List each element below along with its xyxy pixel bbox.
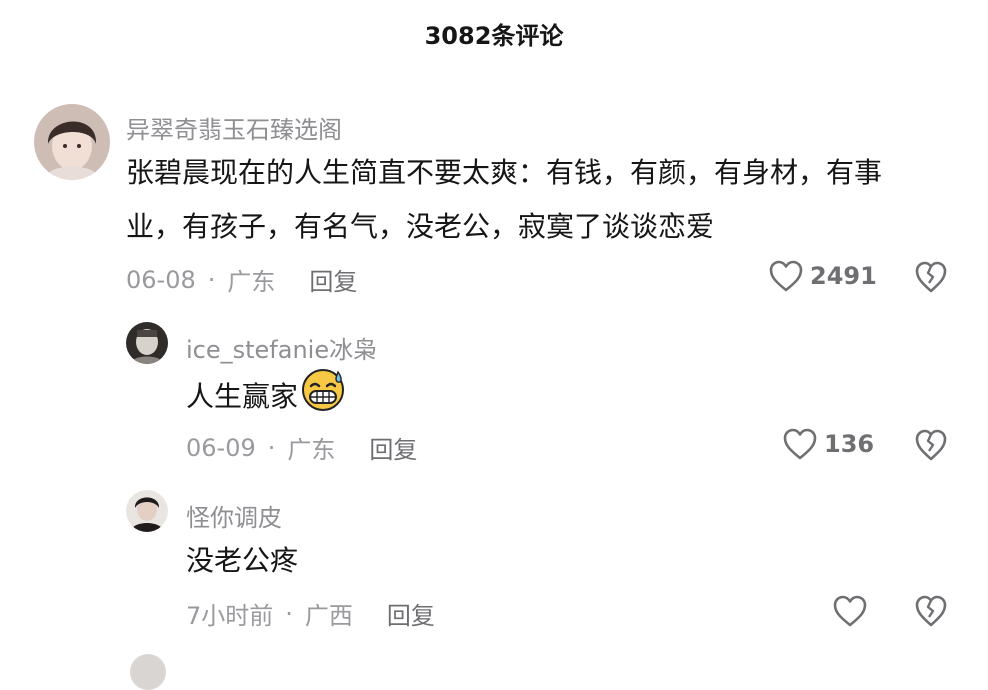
comment-text-line: 业，有孩子，有名气，没老公，寂寞了谈谈恋爱	[126, 210, 715, 243]
comment-meta: 06-09 · 广东 回复	[186, 430, 417, 465]
grinning-sweat-emoji	[300, 366, 346, 430]
comment-meta: 06-08 · 广东 回复	[126, 262, 357, 297]
avatar[interactable]	[126, 490, 168, 532]
like-button[interactable]: 136	[782, 426, 874, 462]
comment-text: 人生赢家	[186, 366, 686, 430]
comment-username[interactable]: 异翠奇翡玉石臻选阁	[126, 110, 342, 145]
comment-location: 广东	[227, 268, 276, 296]
comment-meta: 7小时前 · 广西 回复	[186, 596, 435, 631]
comment-text: 张碧晨现在的人生简直不要太爽：有钱，有颜，有身材，有事 业，有孩子，有名气，没老…	[126, 146, 956, 254]
next-comment-avatar[interactable]	[130, 654, 166, 690]
comment-text-content: 人生赢家	[186, 380, 299, 413]
meta-separator: ·	[267, 433, 276, 462]
comment-location: 广东	[287, 436, 336, 464]
comment-date: 7小时前	[186, 602, 274, 630]
like-button[interactable]: 2491	[768, 258, 877, 294]
heart-outline-icon[interactable]	[832, 594, 868, 628]
broken-heart-icon[interactable]	[914, 594, 948, 628]
reply-button[interactable]: 回复	[387, 596, 435, 631]
reply-button[interactable]: 回复	[369, 430, 417, 465]
meta-separator: ·	[285, 599, 293, 628]
heart-outline-icon	[768, 259, 804, 293]
comment-text: 没老公疼	[186, 544, 299, 577]
broken-heart-icon[interactable]	[914, 428, 948, 462]
avatar[interactable]	[126, 322, 168, 364]
meta-separator: ·	[207, 265, 216, 294]
comments-header-title: 3082条评论	[424, 22, 564, 50]
comment-location: 广西	[304, 602, 353, 630]
like-count: 2491	[810, 262, 877, 290]
like-count: 136	[824, 430, 875, 458]
comment-username[interactable]: 怪你调皮	[186, 498, 282, 533]
comment-text-line: 张碧晨现在的人生简直不要太爽：有钱，有颜，有身材，有事	[126, 156, 883, 189]
broken-heart-icon[interactable]	[914, 260, 948, 294]
comment-date: 06-09	[186, 433, 256, 462]
heart-outline-icon	[782, 427, 818, 461]
comment-date: 06-08	[126, 265, 196, 294]
comment-username[interactable]: ice_stefanie冰枭	[186, 330, 377, 365]
reply-button[interactable]: 回复	[309, 262, 357, 297]
avatar[interactable]	[34, 104, 110, 180]
